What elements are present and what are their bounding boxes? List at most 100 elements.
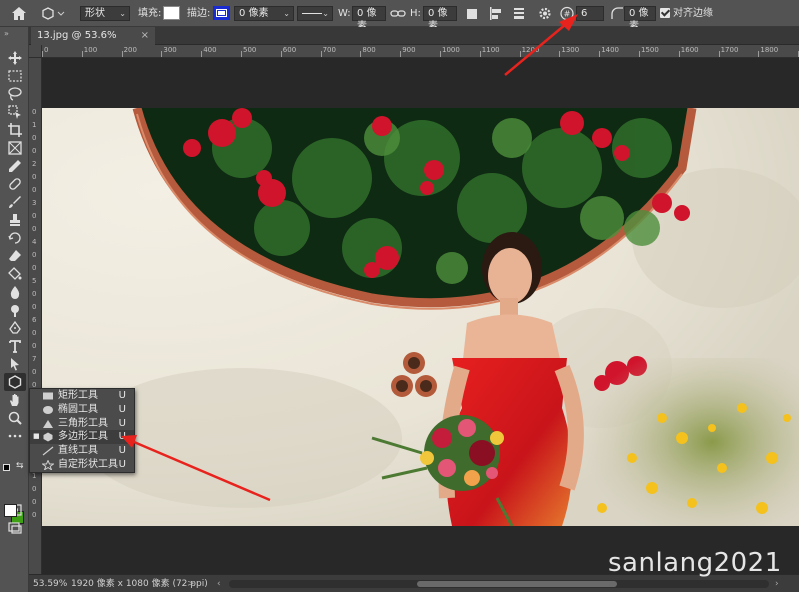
canvas-area[interactable] [42, 58, 799, 574]
droplet-icon [10, 286, 20, 299]
horizontal-ruler[interactable]: 0 100 200 300 400 500 600 700 800 900 1000 1100 1200… [42, 45, 799, 58]
frame-icon [8, 141, 22, 155]
align-edges-label: 对齐边缘 [673, 8, 713, 19]
dodge-tool[interactable] [4, 301, 26, 319]
ruler-tick-label: 0 [32, 342, 37, 350]
ruler-tick [758, 51, 760, 57]
scroll-left-icon[interactable]: ‹ [217, 575, 221, 592]
screen-mode-button[interactable] [4, 519, 26, 537]
default-colors-icon[interactable] [3, 464, 10, 471]
ruler-tick-label: 0 [32, 264, 37, 272]
flyout-item-0[interactable]: 矩形工具 U [30, 389, 134, 403]
pen-icon [9, 320, 21, 334]
ruler-tick-label: 5 [32, 277, 37, 285]
ruler-origin[interactable] [29, 45, 42, 58]
chevron-down-icon: ⌄ [322, 9, 329, 18]
path-arrangement-icon[interactable] [510, 5, 528, 22]
shape-tool-flyout: 矩形工具 U 椭圆工具 U 三角形工具 U ■ 多边形工具 U 直线工具 U 自定形状工具 U [29, 388, 135, 473]
brush-icon [9, 196, 21, 208]
zoom-level[interactable]: 53.59% [33, 575, 67, 592]
crop-tool[interactable] [4, 121, 26, 139]
ruler-tick [479, 51, 481, 57]
ruler-tick [320, 51, 322, 57]
ruler-tick-label: 300 [163, 46, 177, 54]
scrollbar-thumb[interactable] [417, 581, 617, 587]
ruler-tick [201, 51, 203, 57]
sides-input[interactable]: 6 [576, 6, 604, 21]
ruler-tick [440, 51, 441, 57]
flyout-item-4[interactable]: 直线工具 U [30, 444, 134, 458]
lasso-tool[interactable] [4, 85, 26, 103]
ellipse-icon [43, 405, 53, 414]
clone-stamp-tool[interactable] [4, 211, 26, 229]
crop-icon [8, 123, 22, 137]
horizontal-scrollbar[interactable] [229, 580, 769, 588]
eraser-tool[interactable] [4, 247, 26, 265]
fill-label: 填充: [138, 8, 162, 19]
ruler-tick-label: 600 [282, 46, 297, 54]
blur-tool[interactable] [4, 283, 26, 301]
ruler-tick-label: 1200 [521, 46, 540, 54]
document-tab[interactable]: 13.jpg @ 53.6%(RGB/8#) * × [31, 27, 155, 59]
history-brush-tool[interactable] [4, 229, 26, 247]
eyedropper-tool[interactable] [4, 157, 26, 175]
path-alignment-icon[interactable] [487, 5, 505, 22]
zoom-tool[interactable] [4, 409, 26, 427]
brush-tool[interactable] [4, 193, 26, 211]
stroke-type-select[interactable]: ⌄ [297, 6, 333, 21]
paint-bucket-tool[interactable] [4, 265, 26, 283]
more-tools[interactable] [4, 427, 26, 445]
fill-swatch[interactable] [163, 6, 180, 20]
width-input[interactable]: 0 像素 [352, 6, 386, 32]
line-icon [42, 446, 54, 456]
status-menu-arrow[interactable]: > [187, 575, 195, 592]
path-selection-tool[interactable] [4, 355, 26, 373]
stroke-swatch[interactable] [213, 6, 230, 20]
flyout-item-3[interactable]: ■ 多边形工具 U [30, 430, 134, 445]
path-operations-icon[interactable] [464, 5, 482, 22]
arrow-pointer-icon [11, 358, 19, 371]
mode-select[interactable]: 形状 ⌄ [80, 6, 130, 21]
ruler-tick-label: 0 [32, 498, 37, 506]
vertical-ruler[interactable]: 01002003004005006007008009001000 [29, 58, 42, 574]
frame-tool[interactable] [4, 139, 26, 157]
foreground-color-swatch[interactable] [4, 504, 17, 517]
close-icon[interactable]: × [141, 27, 149, 45]
ruler-tick-label: 700 [322, 46, 336, 54]
home-icon[interactable] [10, 5, 28, 22]
gear-icon[interactable] [536, 5, 554, 22]
healing-brush-tool[interactable] [4, 175, 26, 193]
flyout-item-5[interactable]: 自定形状工具 U [30, 458, 134, 472]
document-tab-bar: 13.jpg @ 53.6%(RGB/8#) * × [29, 27, 799, 59]
stroke-width-select[interactable]: 0 像素 ⌄ [234, 6, 294, 21]
flyout-item-label: 椭圆工具 [58, 403, 98, 415]
pen-tool[interactable] [4, 319, 26, 337]
hand-tool[interactable] [4, 391, 26, 409]
stamp-icon [10, 214, 20, 226]
polygon-tool-preset-icon[interactable] [38, 5, 66, 22]
type-tool[interactable] [4, 337, 26, 355]
collapse-panel-icon[interactable]: » [4, 29, 9, 38]
svg-text:#: # [564, 10, 571, 19]
ruler-tick-label: 6 [32, 316, 37, 324]
corner-radius-input[interactable]: 0 像素 [624, 6, 656, 32]
flyout-item-2[interactable]: 三角形工具 U [30, 417, 134, 431]
link-icon[interactable] [389, 5, 407, 22]
flyout-item-1[interactable]: 椭圆工具 U [30, 403, 134, 417]
chevron-down-icon: ⌄ [119, 9, 126, 18]
ruler-tick-label: 1400 [601, 46, 620, 54]
flyout-item-label: 自定形状工具 [58, 458, 118, 470]
swap-colors-icon[interactable]: ⇆ [16, 461, 24, 471]
marquee-tool[interactable] [4, 67, 26, 85]
options-bar: 形状 ⌄ 填充: 描边: 0 像素 ⌄ ⌄ W: 0 像素 H: 0 像素 # … [0, 0, 799, 32]
align-edges-checkbox[interactable] [660, 8, 670, 18]
stroke-line-icon [302, 13, 322, 14]
hand-icon [10, 394, 19, 406]
ruler-tick [161, 51, 163, 57]
object-selection-tool[interactable] [4, 103, 26, 121]
height-input[interactable]: 0 像素 [423, 6, 457, 32]
move-tool[interactable] [4, 49, 26, 67]
ruler-tick [121, 51, 123, 57]
screen-mode-icon [8, 522, 22, 534]
shape-tool[interactable] [4, 373, 26, 391]
